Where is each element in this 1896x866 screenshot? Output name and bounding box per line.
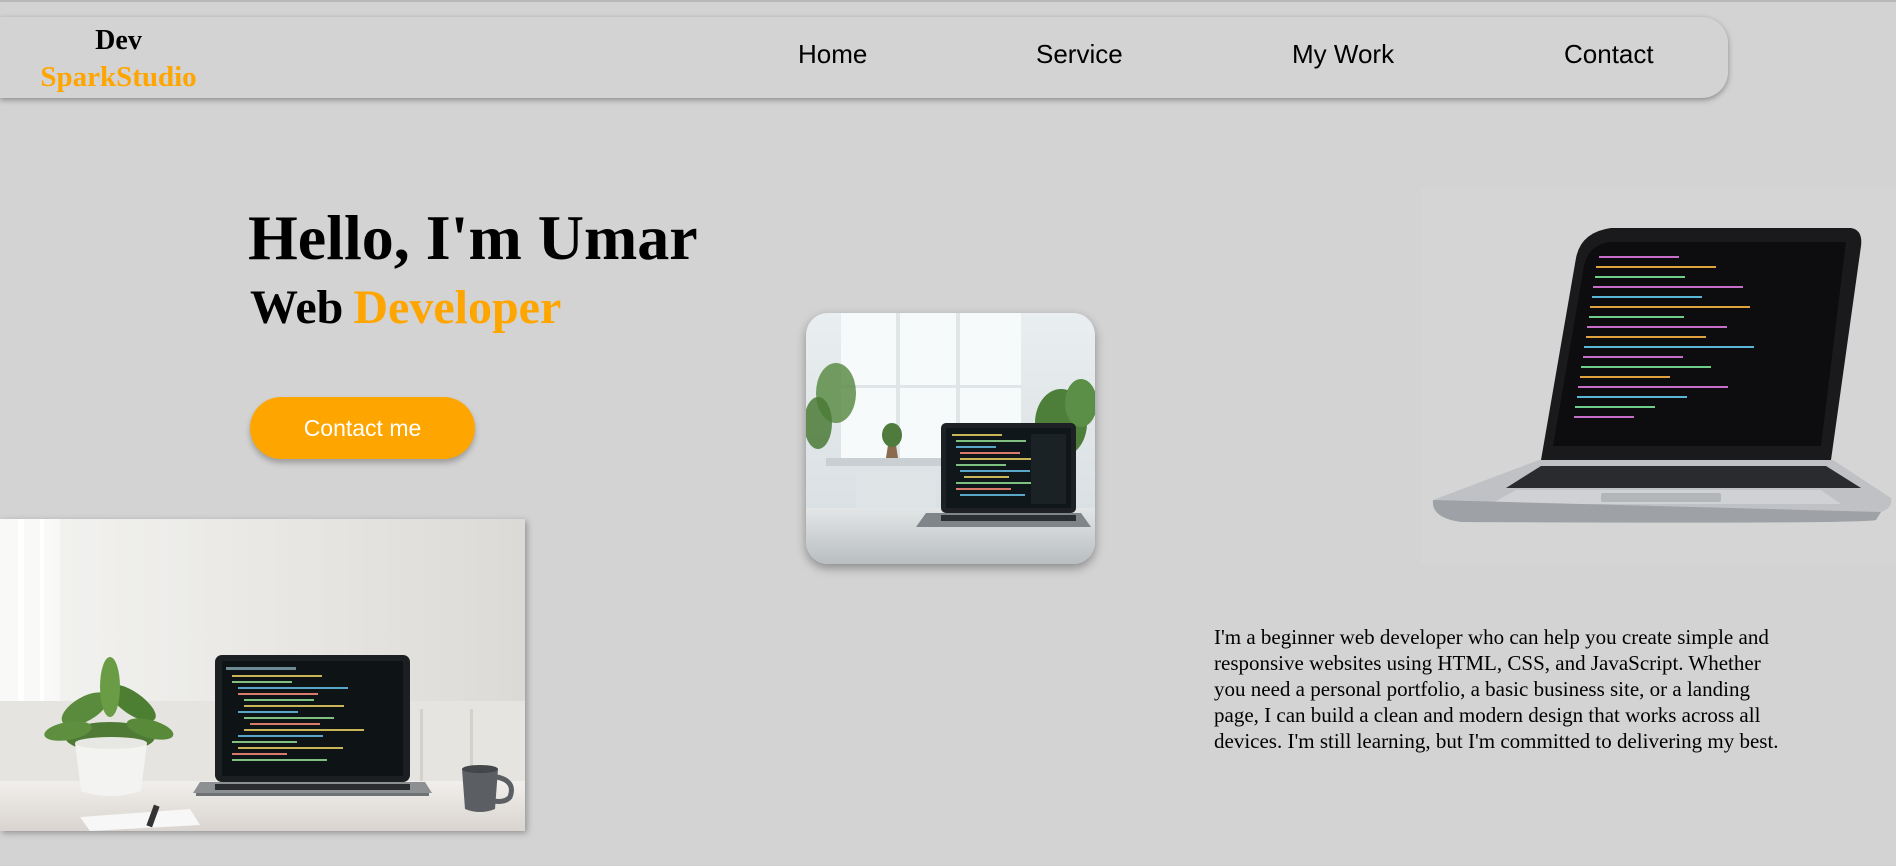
nav-my-work[interactable]: My Work [1292,39,1394,70]
contact-me-button[interactable]: Contact me [250,397,475,459]
hero-title: Hello, I'm Umar [248,202,698,273]
hero-subtitle-developer: Developer [353,281,562,334]
logo-sparkstudio: SparkStudio [40,61,197,93]
window-laptop-photo [806,313,1095,564]
desk-laptop-photo [0,519,525,831]
hero-subtitle: Web Developer [250,280,561,336]
silver-laptop-photo [1421,188,1896,563]
logo[interactable]: Dev SparkStudio [0,23,237,95]
navbar: Dev SparkStudio Home Service My Work Con… [0,17,1728,98]
about-text: I'm a beginner web developer who can hel… [1214,625,1779,753]
hero-subtitle-web: Web [250,281,344,334]
top-border [0,0,1896,2]
nav-service[interactable]: Service [1036,39,1123,70]
nav-contact[interactable]: Contact [1564,39,1654,70]
nav-home[interactable]: Home [798,39,867,70]
logo-dev: Dev [95,25,142,56]
